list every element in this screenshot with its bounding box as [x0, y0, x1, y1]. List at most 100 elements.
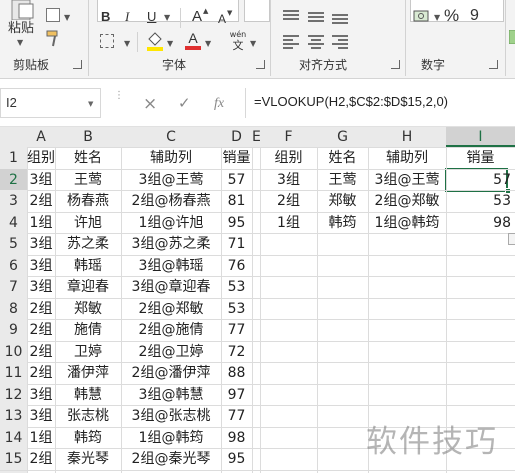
left-table-cell[interactable]: 韩筠 — [55, 427, 121, 449]
right-table-cell[interactable]: 郑敏 — [317, 190, 368, 212]
left-table-cell[interactable]: 1组 — [27, 427, 55, 449]
left-table-cell[interactable]: 98 — [221, 427, 252, 449]
right-table-cell[interactable]: 韩筠 — [317, 212, 368, 234]
left-table-cell[interactable]: 2组 — [27, 190, 55, 212]
row-header-8[interactable]: 8 — [0, 298, 27, 320]
left-table-cell[interactable]: 81 — [221, 190, 252, 212]
align-top-icon[interactable] — [283, 10, 299, 24]
fill-color-dropdown-icon[interactable]: ▼ — [167, 39, 173, 48]
percent-style-button[interactable]: % — [444, 7, 459, 25]
row-header-9[interactable]: 9 — [0, 319, 27, 341]
left-table-cell[interactable]: 2组 — [27, 362, 55, 384]
left-table-cell[interactable]: 2组@施倩 — [121, 319, 221, 341]
clipboard-launcher-icon[interactable] — [73, 60, 82, 69]
left-table-cell[interactable]: 3组@张志桃 — [121, 405, 221, 427]
left-table-cell[interactable]: 53 — [221, 276, 252, 298]
column-header-i[interactable]: I — [446, 127, 515, 147]
left-table-header-cell[interactable]: 组别 — [27, 147, 55, 169]
left-table-cell[interactable]: 57 — [221, 169, 252, 191]
phonetic-dropdown-icon[interactable]: ▼ — [250, 39, 256, 48]
phonetic-guide-button[interactable]: wén 文 — [228, 30, 248, 52]
left-table-cell[interactable]: 3组@韩慧 — [121, 384, 221, 406]
left-table-cell[interactable]: 1组 — [27, 212, 55, 234]
left-table-cell[interactable]: 施倩 — [55, 319, 121, 341]
right-table-cell[interactable]: 1组@韩筠 — [368, 212, 446, 234]
row-header-6[interactable]: 6 — [0, 255, 27, 277]
right-table-header-cell[interactable]: 销量 — [446, 147, 515, 169]
left-table-cell[interactable]: 53 — [221, 298, 252, 320]
row-header-15[interactable]: 15 — [0, 448, 27, 470]
row-header-13[interactable]: 13 — [0, 405, 27, 427]
name-box[interactable]: I2 — [0, 88, 101, 118]
left-table-cell[interactable]: 郑敏 — [55, 298, 121, 320]
left-table-cell[interactable]: 3组 — [27, 233, 55, 255]
left-table-cell[interactable]: 章迎春 — [55, 276, 121, 298]
align-middle-icon[interactable] — [308, 10, 324, 24]
right-table-cell[interactable]: 2组 — [260, 190, 317, 212]
insert-function-button[interactable]: fx — [214, 96, 224, 112]
right-table-cell[interactable]: 57 — [446, 169, 515, 191]
bold-button[interactable]: B — [101, 8, 110, 26]
right-table-cell[interactable]: 53 — [446, 190, 515, 212]
right-table-header-cell[interactable]: 辅助列 — [368, 147, 446, 169]
column-header-e[interactable]: E — [252, 127, 261, 147]
left-table-cell[interactable]: 88 — [221, 362, 252, 384]
left-table-cell[interactable]: 1组@韩筠 — [121, 427, 221, 449]
align-center-icon[interactable] — [308, 35, 324, 49]
left-table-cell[interactable]: 2组 — [27, 319, 55, 341]
left-table-cell[interactable]: 2组@郑敏 — [121, 298, 221, 320]
italic-button[interactable]: I — [125, 8, 129, 26]
grow-font-button[interactable]: A — [192, 8, 202, 26]
left-table-cell[interactable]: 许旭 — [55, 212, 121, 234]
column-header-g[interactable]: G — [317, 127, 368, 147]
left-table-cell[interactable]: 2组@潘伊萍 — [121, 362, 221, 384]
left-table-cell[interactable]: 1组@许旭 — [121, 212, 221, 234]
right-table-cell[interactable]: 3组 — [260, 169, 317, 191]
font-color-dropdown-icon[interactable]: ▼ — [205, 39, 211, 48]
left-table-cell[interactable]: 3组 — [27, 169, 55, 191]
row-header-10[interactable]: 10 — [0, 341, 27, 363]
left-table-cell[interactable]: 2组 — [27, 341, 55, 363]
right-table-cell[interactable]: 2组@郑敏 — [368, 190, 446, 212]
name-box-dropdown-icon[interactable]: ▼ — [88, 100, 93, 108]
left-table-cell[interactable]: 77 — [221, 319, 252, 341]
paste-options-tag-icon[interactable] — [508, 233, 515, 245]
left-table-cell[interactable]: 3组 — [27, 255, 55, 277]
row-header-4[interactable]: 4 — [0, 212, 27, 234]
copy-dropdown-icon[interactable]: ▼ — [64, 13, 70, 22]
row-header-7[interactable]: 7 — [0, 276, 27, 298]
cancel-icon[interactable]: × — [143, 94, 157, 114]
left-table-cell[interactable]: 2组 — [27, 448, 55, 470]
right-table-cell[interactable]: 1组 — [260, 212, 317, 234]
row-header-3[interactable]: 3 — [0, 190, 27, 212]
left-table-cell[interactable]: 76 — [221, 255, 252, 277]
left-table-cell[interactable]: 2组@杨春燕 — [121, 190, 221, 212]
align-right-icon[interactable] — [332, 35, 348, 49]
accounting-dropdown-icon[interactable]: ▼ — [434, 13, 440, 22]
left-table-header-cell[interactable]: 辅助列 — [121, 147, 221, 169]
row-header-1[interactable]: 1 — [0, 147, 27, 169]
left-table-cell[interactable]: 苏之柔 — [55, 233, 121, 255]
left-table-cell[interactable]: 卫婷 — [55, 341, 121, 363]
left-table-cell[interactable]: 71 — [221, 233, 252, 255]
column-header-d[interactable]: D — [221, 127, 252, 147]
column-header-f[interactable]: F — [260, 127, 317, 147]
left-table-cell[interactable]: 72 — [221, 341, 252, 363]
formula-bar-grip-icon[interactable]: ⋮ — [114, 91, 124, 101]
column-header-h[interactable]: H — [368, 127, 446, 147]
left-table-cell[interactable]: 77 — [221, 405, 252, 427]
right-table-cell[interactable]: 王莺 — [317, 169, 368, 191]
left-table-cell[interactable]: 95 — [221, 212, 252, 234]
right-table-header-cell[interactable]: 姓名 — [317, 147, 368, 169]
left-table-cell[interactable]: 3组 — [27, 405, 55, 427]
left-table-cell[interactable]: 2组 — [27, 298, 55, 320]
formula-input[interactable]: =VLOOKUP(H2,$C$2:$D$15,2,0) — [245, 88, 515, 118]
left-table-cell[interactable]: 王莺 — [55, 169, 121, 191]
font-color-button[interactable]: A — [185, 30, 201, 52]
alignment-launcher-icon[interactable] — [391, 60, 400, 69]
enter-icon[interactable]: ✓ — [178, 94, 191, 112]
font-launcher-icon[interactable] — [256, 60, 265, 69]
left-table-cell[interactable]: 秦光琴 — [55, 448, 121, 470]
align-left-icon[interactable] — [283, 35, 299, 49]
row-header-2[interactable]: 2 — [0, 169, 27, 191]
